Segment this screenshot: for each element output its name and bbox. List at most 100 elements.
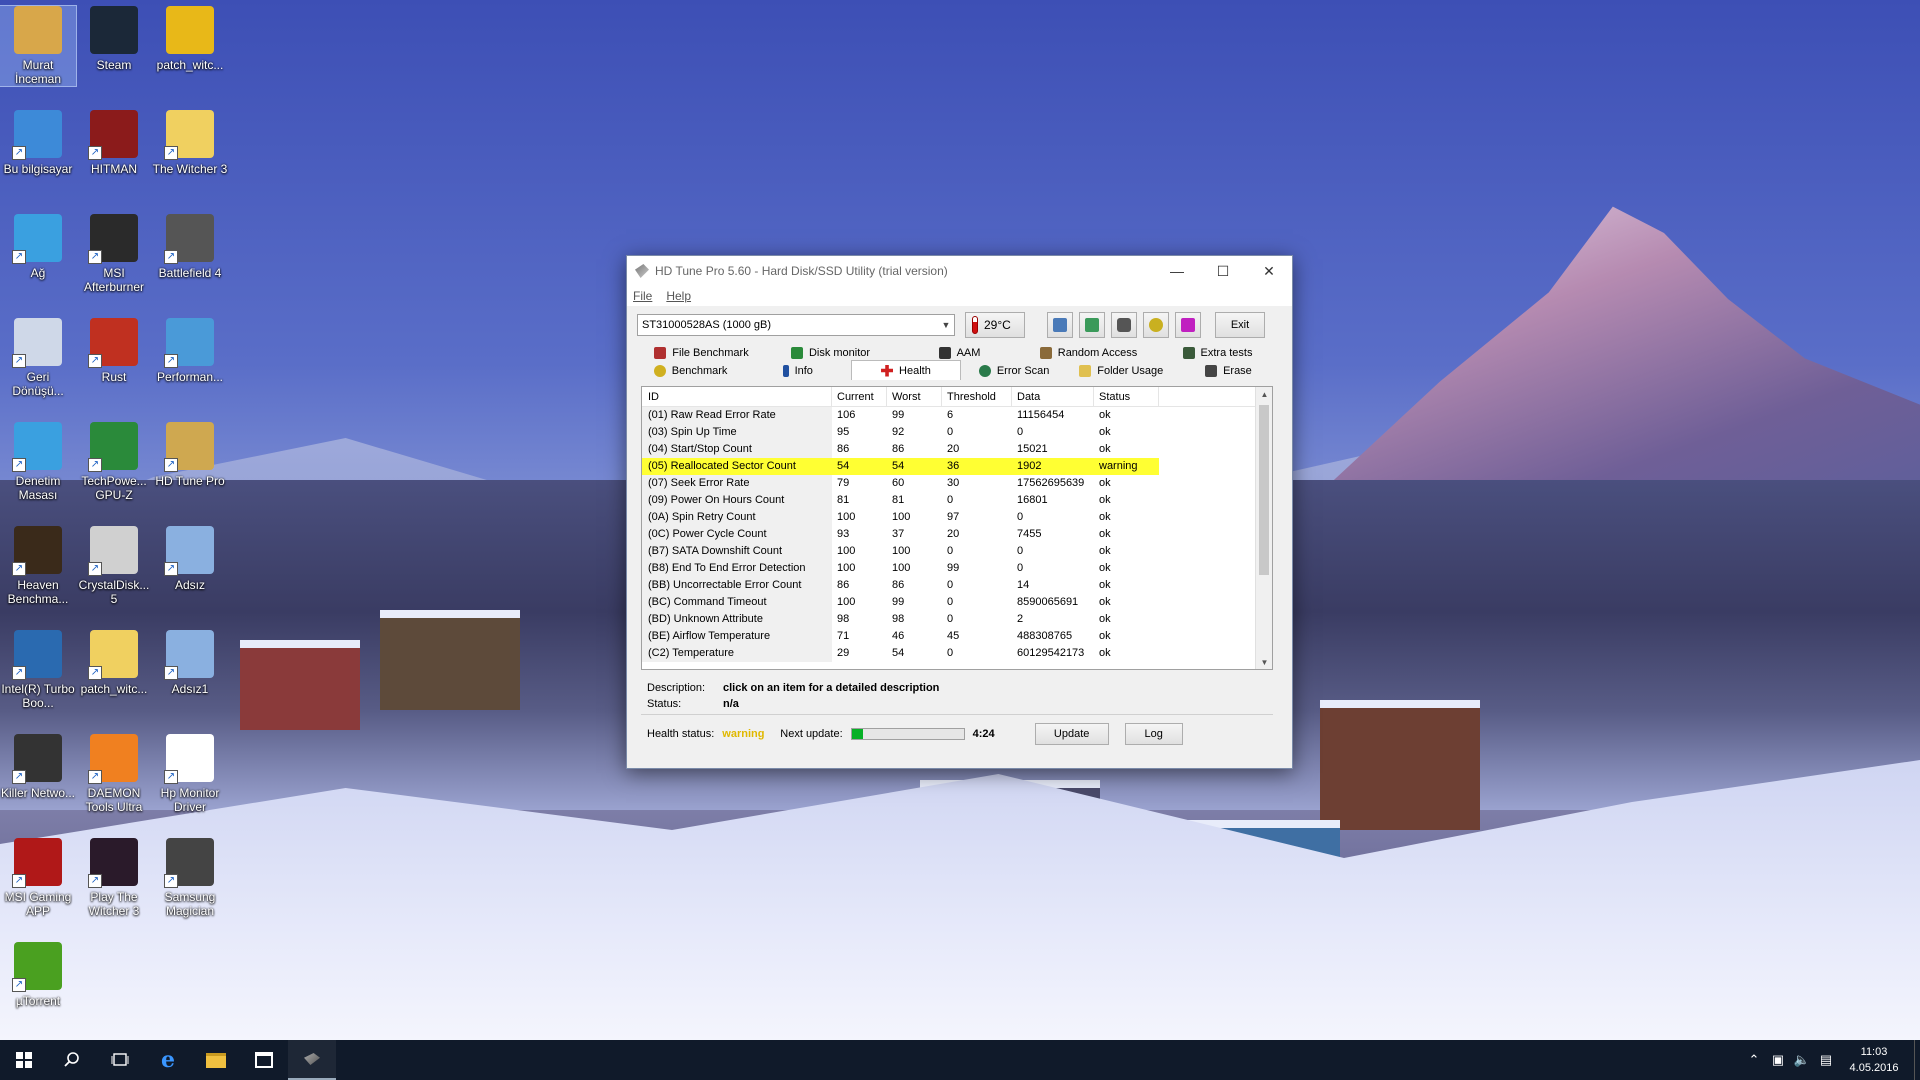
table-row[interactable]: (B8) End To End Error Detection 100 100 99 0… — [642, 560, 1272, 577]
cell-data: 15021 — [1017, 443, 1048, 455]
chevron-up-icon[interactable]: ▲ — [1256, 387, 1272, 403]
search-button[interactable] — [48, 1040, 96, 1080]
desktop-icon[interactable]: ↗ HITMAN — [76, 110, 152, 176]
column-header-id[interactable]: ID — [642, 387, 832, 407]
start-button[interactable] — [0, 1040, 48, 1080]
table-scrollbar[interactable]: ▲ ▼ — [1255, 387, 1272, 669]
desktop-icon[interactable]: ↗ Adsız1 — [152, 630, 228, 696]
desktop-icon[interactable]: ↗ µTorrent — [0, 942, 76, 1008]
chevron-down-icon[interactable]: ▼ — [1256, 655, 1272, 669]
table-row[interactable]: (04) Start/Stop Count 86 86 20 15021 ok — [642, 441, 1272, 458]
clock[interactable]: 11:03 4.05.2016 — [1838, 1044, 1910, 1076]
scrollbar-thumb[interactable] — [1259, 405, 1269, 575]
table-row[interactable]: (0C) Power Cycle Count 93 37 20 7455 ok — [642, 526, 1272, 543]
tab-health[interactable]: Health — [851, 360, 961, 380]
network-icon[interactable]: ▣ — [1766, 1052, 1790, 1068]
desktop-icon[interactable]: ↗ CrystalDisk... 5 — [76, 526, 152, 606]
table-row[interactable]: (BB) Uncorrectable Error Count 86 86 0 14 ok — [642, 577, 1272, 594]
chevron-up-icon[interactable]: ⌃ — [1742, 1052, 1766, 1068]
table-row[interactable]: (B7) SATA Downshift Count 100 100 0 0 ok — [642, 543, 1272, 560]
show-desktop-button[interactable] — [1914, 1040, 1920, 1080]
save-button[interactable] — [1175, 312, 1201, 338]
desktop-icon[interactable]: ↗ Killer Netwo... — [0, 734, 76, 800]
desktop-icon[interactable]: ↗ Bu bilgisayar — [0, 110, 76, 176]
shortcut-arrow-icon: ↗ — [88, 770, 102, 784]
desktop-icon-label: TechPowe... GPU-Z — [81, 474, 147, 502]
hdtune-window[interactable]: HD Tune Pro 5.60 - Hard Disk/SSD Utility… — [626, 255, 1293, 769]
taskbar-hdtune[interactable] — [288, 1040, 336, 1080]
column-header-data[interactable]: Data — [1012, 387, 1094, 407]
volume-icon[interactable]: 🔈 — [1790, 1052, 1814, 1068]
smart-attributes-table[interactable]: ID Current Worst Threshold Data Status (… — [641, 386, 1273, 670]
copy-info-button[interactable] — [1047, 312, 1073, 338]
exit-button[interactable]: Exit — [1215, 312, 1265, 338]
screenshot-button[interactable] — [1111, 312, 1137, 338]
table-row[interactable]: (BD) Unknown Attribute 98 98 0 2 ok — [642, 611, 1272, 628]
tab-error-scan[interactable]: Error Scan — [961, 362, 1068, 380]
taskbar-edge[interactable]: e — [144, 1040, 192, 1080]
desktop-icon[interactable]: ↗ Adsız — [152, 526, 228, 592]
desktop-icon[interactable]: ↗ patch_witc... — [76, 630, 152, 696]
column-header-current[interactable]: Current — [832, 387, 887, 407]
maximize-button[interactable]: ☐ — [1200, 256, 1246, 286]
table-row[interactable]: (0A) Spin Retry Count 100 100 97 0 ok — [642, 509, 1272, 526]
window-titlebar[interactable]: HD Tune Pro 5.60 - Hard Disk/SSD Utility… — [627, 256, 1292, 286]
tab-random-access[interactable]: Random Access — [1024, 344, 1153, 362]
menu-file[interactable]: File — [633, 289, 652, 303]
desktop-icon[interactable]: ↗ Intel(R) Turbo Boo... — [0, 630, 76, 710]
desktop-icon[interactable]: ↗ Performan... — [152, 318, 228, 384]
desktop-icon[interactable]: Murat İnceman — [0, 5, 77, 87]
desktop-icon[interactable]: ↗ TechPowe... GPU-Z — [76, 422, 152, 502]
desktop-icon[interactable]: ↗ Samsung Magician — [152, 838, 228, 918]
desktop-icon[interactable]: ↗ Rust — [76, 318, 152, 384]
table-row[interactable]: (03) Spin Up Time 95 92 0 0 ok — [642, 424, 1272, 441]
close-button[interactable]: ✕ — [1246, 256, 1292, 286]
utorrent-icon: ↗ — [12, 942, 62, 992]
tab-folder-usage[interactable]: Folder Usage — [1068, 362, 1175, 380]
desktop-icon[interactable]: ↗ Play The Witcher 3 — [76, 838, 152, 918]
desktop-icon[interactable]: patch_witc... — [152, 6, 228, 72]
copy-all-button[interactable] — [1079, 312, 1105, 338]
taskbar-store[interactable] — [240, 1040, 288, 1080]
desktop-icon[interactable]: ↗ The Witcher 3 — [152, 110, 228, 176]
update-button[interactable]: Update — [1034, 722, 1109, 745]
table-row[interactable]: (BC) Command Timeout 100 99 0 8590065691 ok — [642, 594, 1272, 611]
cell-id: (0A) Spin Retry Count — [642, 509, 832, 526]
table-row[interactable]: (05) Reallocated Sector Count 54 54 36 1902 w… — [642, 458, 1272, 475]
notifications-icon[interactable]: ▤ — [1814, 1052, 1838, 1068]
minimize-button[interactable]: — — [1154, 256, 1200, 286]
tab-benchmark[interactable]: Benchmark — [637, 362, 744, 380]
tab-extra-tests[interactable]: Extra tests — [1153, 344, 1282, 362]
table-row[interactable]: (BE) Airflow Temperature 71 46 45 488308765 o… — [642, 628, 1272, 645]
cell-status: ok — [1099, 511, 1111, 523]
table-row[interactable]: (01) Raw Read Error Rate 106 99 6 11156454 ok — [642, 407, 1272, 424]
table-row[interactable]: (C2) Temperature 29 54 0 60129542173 ok — [642, 645, 1272, 662]
desktop-icon[interactable]: ↗ Ağ — [0, 214, 76, 280]
menu-help[interactable]: Help — [666, 289, 691, 303]
desktop-icon[interactable]: ↗ Heaven Benchma... — [0, 526, 76, 606]
column-header-worst[interactable]: Worst — [887, 387, 942, 407]
desktop-icon[interactable]: ↗ Geri Dönüşü... — [0, 318, 76, 398]
desktop-icon[interactable]: ↗ MSI Gaming APP — [0, 838, 76, 918]
desktop-icon[interactable]: ↗ MSI Afterburner — [76, 214, 152, 294]
task-view-button[interactable] — [96, 1040, 144, 1080]
table-row[interactable]: (09) Power On Hours Count 81 81 0 16801 ok — [642, 492, 1272, 509]
log-button[interactable]: Log — [1124, 722, 1183, 745]
tab-file-benchmark[interactable]: File Benchmark — [637, 344, 766, 362]
desktop-icon[interactable]: Steam — [76, 6, 152, 72]
desktop-icon[interactable]: ↗ Battlefield 4 — [152, 214, 228, 280]
desktop-icon[interactable]: ↗ Hp Monitor Driver — [152, 734, 228, 814]
column-header-threshold[interactable]: Threshold — [942, 387, 1012, 407]
tab-info[interactable]: Info — [744, 362, 851, 380]
cell-worst: 37 — [892, 528, 905, 540]
drive-select[interactable]: ST31000528AS (1000 gB) ▼ — [637, 314, 955, 336]
desktop-icon[interactable]: ↗ Denetim Masası — [0, 422, 76, 502]
hdtune-icon: ↗ — [164, 422, 214, 472]
options-button[interactable] — [1143, 312, 1169, 338]
table-row[interactable]: (07) Seek Error Rate 79 60 30 17562695639 ok — [642, 475, 1272, 492]
desktop-icon[interactable]: ↗ DAEMON Tools Ultra — [76, 734, 152, 814]
taskbar-file-explorer[interactable] — [192, 1040, 240, 1080]
tab-erase[interactable]: Erase — [1175, 362, 1282, 380]
column-header-status[interactable]: Status — [1094, 387, 1159, 407]
desktop-icon[interactable]: ↗ HD Tune Pro — [152, 422, 228, 488]
